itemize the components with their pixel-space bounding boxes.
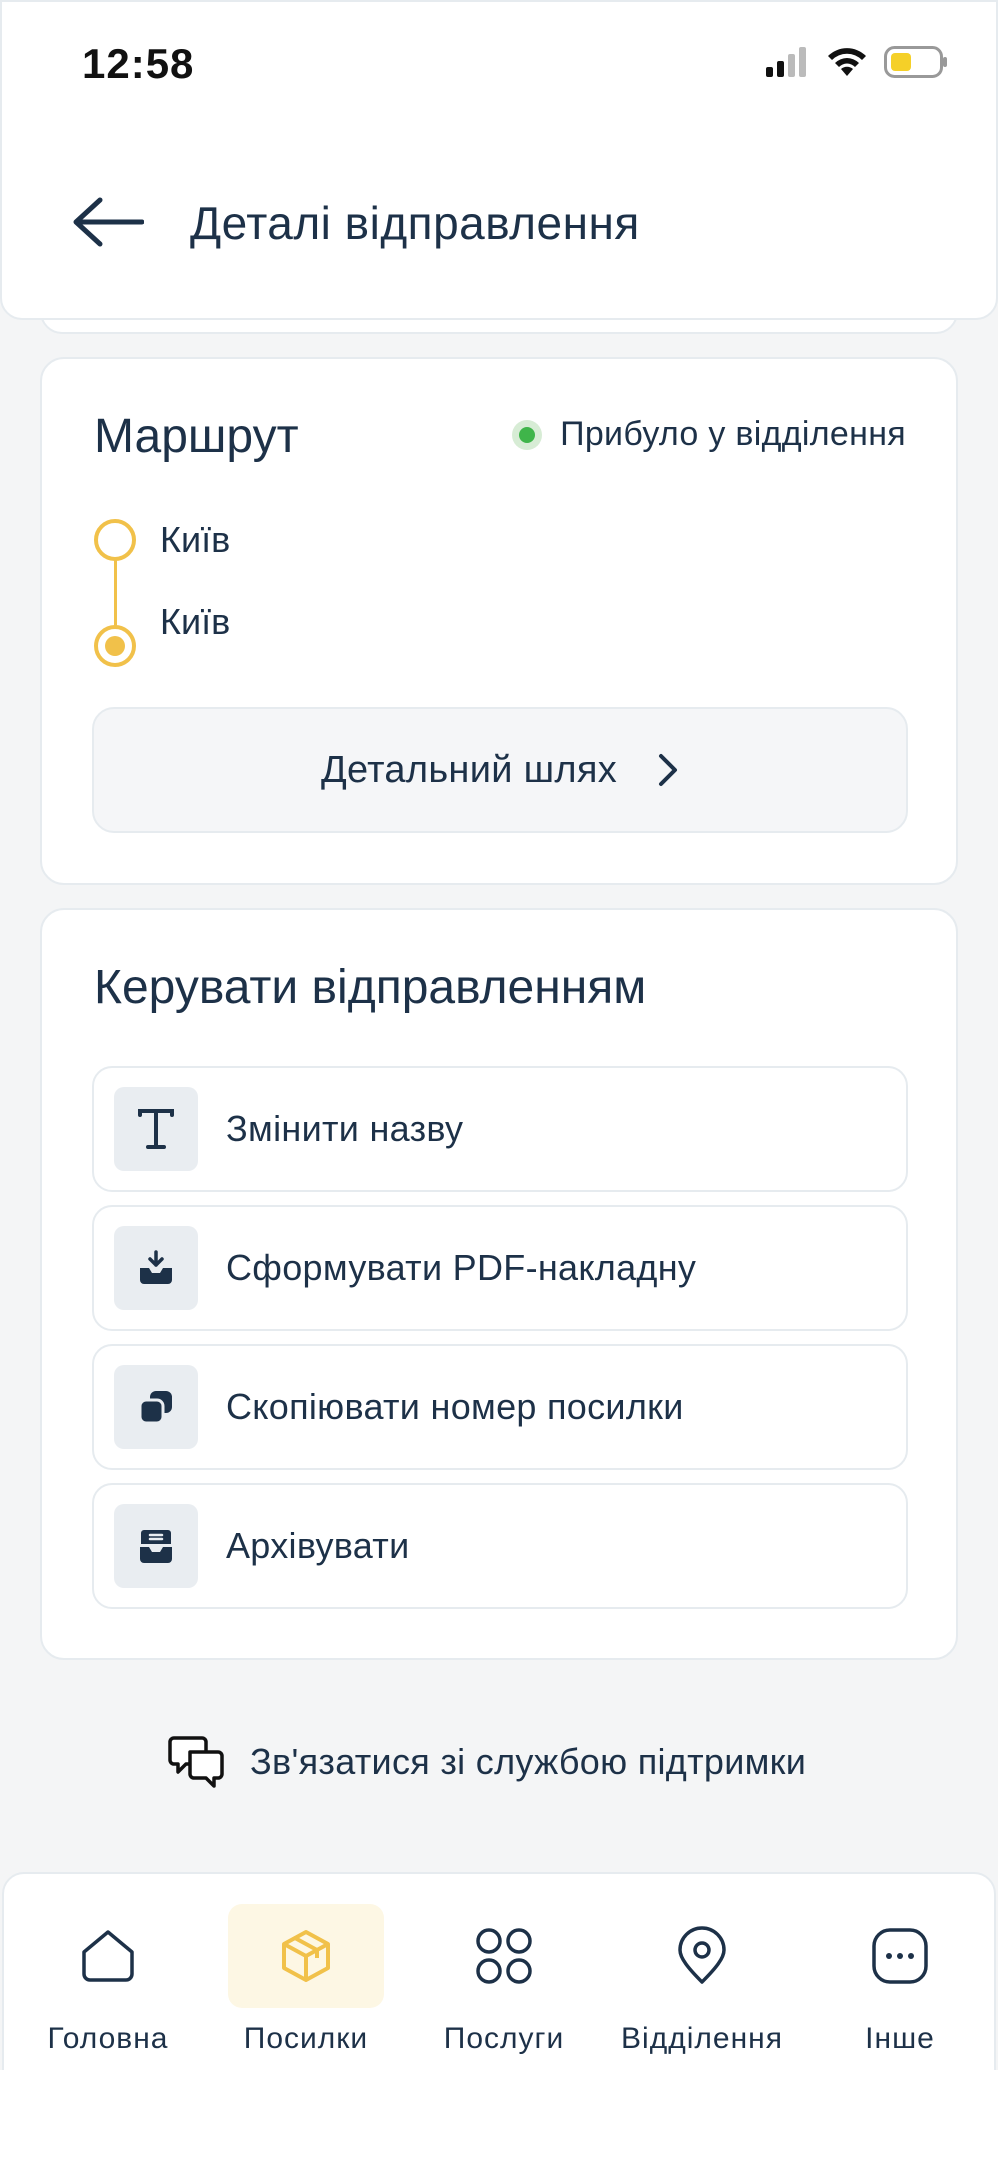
- grid-icon: [476, 1928, 532, 1984]
- manage-shipment-card: Керувати відправленням Змінити назву Сфо…: [40, 908, 958, 1660]
- status-text: Прибуло у відділення: [560, 415, 906, 453]
- battery-icon: [884, 46, 947, 78]
- back-button[interactable]: [72, 187, 152, 257]
- home-icon: [82, 1930, 134, 1982]
- status-badge: Прибуло у відділення: [512, 415, 906, 454]
- archive-label: Архівувати: [226, 1525, 410, 1566]
- route-to-city: Київ: [160, 601, 231, 642]
- manage-title: Керувати відправленням: [94, 961, 647, 1014]
- wifi-icon: [828, 48, 866, 76]
- arrow-left-icon: [73, 197, 144, 247]
- copy-icon: [114, 1365, 198, 1449]
- contact-support-label: Зв'язатися зі службою підтримки: [250, 1741, 807, 1782]
- status-time: 12:58: [82, 40, 195, 87]
- bottom-safe-area: [0, 2070, 998, 2160]
- route-end-point-icon: [94, 625, 136, 667]
- nav-label-more: Інше: [865, 2022, 935, 2055]
- nav-item-branches[interactable]: Відділення: [617, 1904, 787, 2064]
- nav-item-more[interactable]: Інше: [815, 1904, 985, 2064]
- archive-button[interactable]: Архівувати: [92, 1483, 908, 1609]
- text-icon: [114, 1087, 198, 1171]
- download-icon: [114, 1226, 198, 1310]
- route-from-city: Київ: [160, 519, 231, 560]
- nav-label-branches: Відділення: [621, 2022, 783, 2055]
- nav-label-services: Послуги: [443, 2022, 565, 2055]
- status-dot-icon: [512, 419, 543, 450]
- rename-button[interactable]: Змінити назву: [92, 1066, 908, 1192]
- bottom-navigation: Головна Посилки Послуги Відділення Інше: [2, 1872, 996, 2072]
- nav-item-home[interactable]: Головна: [23, 1904, 193, 2064]
- detailed-route-label: Детальний шлях: [320, 748, 618, 791]
- generate-pdf-label: Сформувати PDF-накладну: [226, 1247, 697, 1288]
- header: 12:58 Деталі відправлення: [0, 0, 998, 320]
- location-pin-icon: [678, 1926, 726, 1984]
- route-card: Маршрут Прибуло у відділення Київ Київ Д…: [40, 357, 958, 885]
- copy-number-button[interactable]: Скопіювати номер посилки: [92, 1344, 908, 1470]
- route-start-point-icon: [94, 519, 136, 561]
- status-icons: [766, 46, 948, 78]
- chevron-right-icon: [659, 754, 678, 786]
- nav-label-parcels: Посилки: [243, 2022, 369, 2055]
- detailed-route-button[interactable]: Детальний шлях: [92, 707, 908, 833]
- page-title: Деталі відправлення: [190, 197, 640, 249]
- nav-item-parcels[interactable]: Посилки: [221, 1904, 391, 2064]
- signal-icon: [766, 47, 806, 77]
- archive-icon: [114, 1504, 198, 1588]
- package-icon: [282, 1930, 330, 1982]
- nav-item-services[interactable]: Послуги: [419, 1904, 589, 2064]
- more-icon: [872, 1928, 928, 1984]
- route-title: Маршрут: [94, 410, 299, 463]
- rename-label: Змінити назву: [226, 1108, 464, 1149]
- chat-icon: [168, 1736, 224, 1788]
- contact-support-link[interactable]: Зв'язатися зі службою підтримки: [168, 1732, 806, 1792]
- nav-label-home: Головна: [47, 2022, 169, 2055]
- copy-number-label: Скопіювати номер посилки: [226, 1386, 684, 1427]
- generate-pdf-button[interactable]: Сформувати PDF-накладну: [92, 1205, 908, 1331]
